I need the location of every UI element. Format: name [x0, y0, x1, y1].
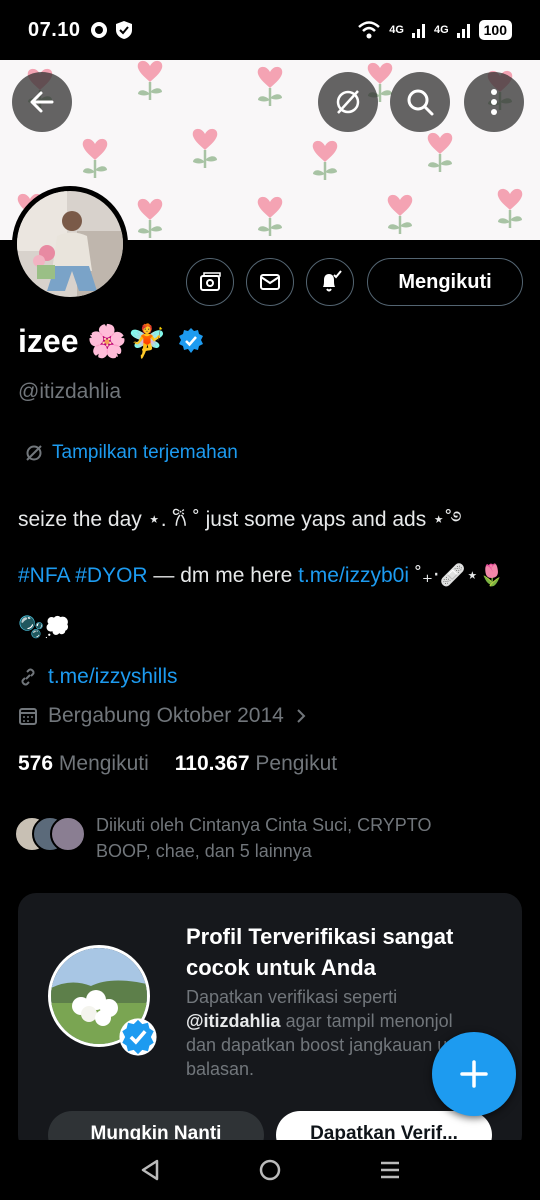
battery-indicator: 100: [478, 20, 512, 40]
status-time: 07.10: [28, 18, 81, 41]
back-arrow-icon: [30, 91, 54, 113]
translate-label: Tampilkan terjemahan: [52, 442, 238, 463]
avatar-image: [17, 191, 123, 297]
subscribe-button[interactable]: [186, 258, 234, 306]
website-link[interactable]: t.me/izzyshills: [48, 665, 178, 689]
followed-by-row[interactable]: Diikuti oleh Cintanya Cinta Suci, CRYPTO…: [14, 812, 486, 864]
network-indicator-2: 4G: [433, 23, 449, 36]
message-button[interactable]: [246, 258, 294, 306]
search-button[interactable]: [390, 72, 450, 132]
verified-badge-icon[interactable]: [177, 327, 205, 355]
search-icon: [407, 89, 434, 116]
notifications-button[interactable]: [306, 258, 354, 306]
mail-icon: [260, 274, 280, 290]
system-nav-bar: [0, 1140, 540, 1200]
translate-toggle-button[interactable]: [318, 72, 378, 132]
translate-icon: [26, 445, 42, 461]
hashtag-link[interactable]: #NFA: [18, 564, 69, 587]
chevron-right-icon: [297, 709, 306, 723]
more-vertical-icon: [491, 89, 497, 115]
signal-icon: [411, 24, 425, 38]
bio-line-2: #NFA #DYOR — dm me here t.me/izzyb0i ˚₊‧…: [18, 563, 505, 588]
network-indicator-1: 4G: [389, 23, 404, 36]
compose-fab-button[interactable]: [432, 1032, 516, 1116]
bio-line-1: seize the day ⋆. 𐙚 ˚ just some yaps and …: [18, 508, 462, 531]
translate-link[interactable]: Tampilkan terjemahan: [24, 442, 238, 464]
follow-stats: 576 Mengikuti 110.367 Pengikut: [18, 752, 337, 776]
bio-emoji: ˚₊‧🩹⋆🌷: [409, 564, 506, 587]
verified-badge-icon: [119, 1018, 157, 1056]
translate-icon: [336, 90, 360, 114]
back-button[interactable]: [12, 72, 72, 132]
bio-line-3: 🫧💭: [18, 616, 71, 639]
bio-link[interactable]: t.me/izzyb0i: [298, 564, 409, 587]
signal-icon-2: [456, 24, 470, 38]
hashtag-link[interactable]: #DYOR: [75, 564, 147, 587]
verification-card: Profil Terverifikasi sangat cocok untuk …: [18, 893, 522, 1153]
link-icon: [21, 668, 35, 686]
plus-icon: [460, 1060, 488, 1088]
notification-icon: [90, 22, 107, 38]
nav-home-icon[interactable]: [258, 1158, 282, 1182]
profile-avatar[interactable]: [12, 186, 128, 302]
joined-date: Bergabung Oktober 2014: [48, 704, 284, 727]
mutual-avatars: [14, 812, 86, 852]
status-bar: 07.10 4G 4G 100: [0, 0, 540, 60]
more-options-button[interactable]: [464, 72, 524, 132]
nav-recents-icon[interactable]: [379, 1159, 401, 1181]
money-icon: [200, 272, 221, 291]
website-row[interactable]: t.me/izzyshills: [18, 665, 178, 689]
profile-name: izee 🌸🧚: [18, 323, 168, 359]
followers-stat[interactable]: 110.367 Pengikut: [175, 752, 337, 776]
bell-check-icon: [323, 270, 342, 292]
profile-handle: @itizdahlia: [18, 380, 122, 403]
mutual-avatar: [50, 816, 86, 852]
bio-text: — dm me here: [147, 564, 299, 587]
shield-icon: [115, 21, 132, 39]
following-stat[interactable]: 576 Mengikuti: [18, 752, 149, 776]
wifi-icon: [358, 21, 381, 39]
joined-row[interactable]: Bergabung Oktober 2014: [18, 704, 308, 728]
verification-title: Profil Terverifikasi sangat cocok untuk …: [186, 924, 454, 980]
followed-by-text: Diikuti oleh Cintanya Cinta Suci, CRYPTO…: [96, 815, 432, 861]
calendar-icon: [19, 708, 37, 725]
nav-back-icon[interactable]: [139, 1158, 161, 1182]
profile-name-row: izee 🌸🧚: [18, 322, 205, 360]
following-button[interactable]: Mengikuti: [367, 258, 523, 306]
